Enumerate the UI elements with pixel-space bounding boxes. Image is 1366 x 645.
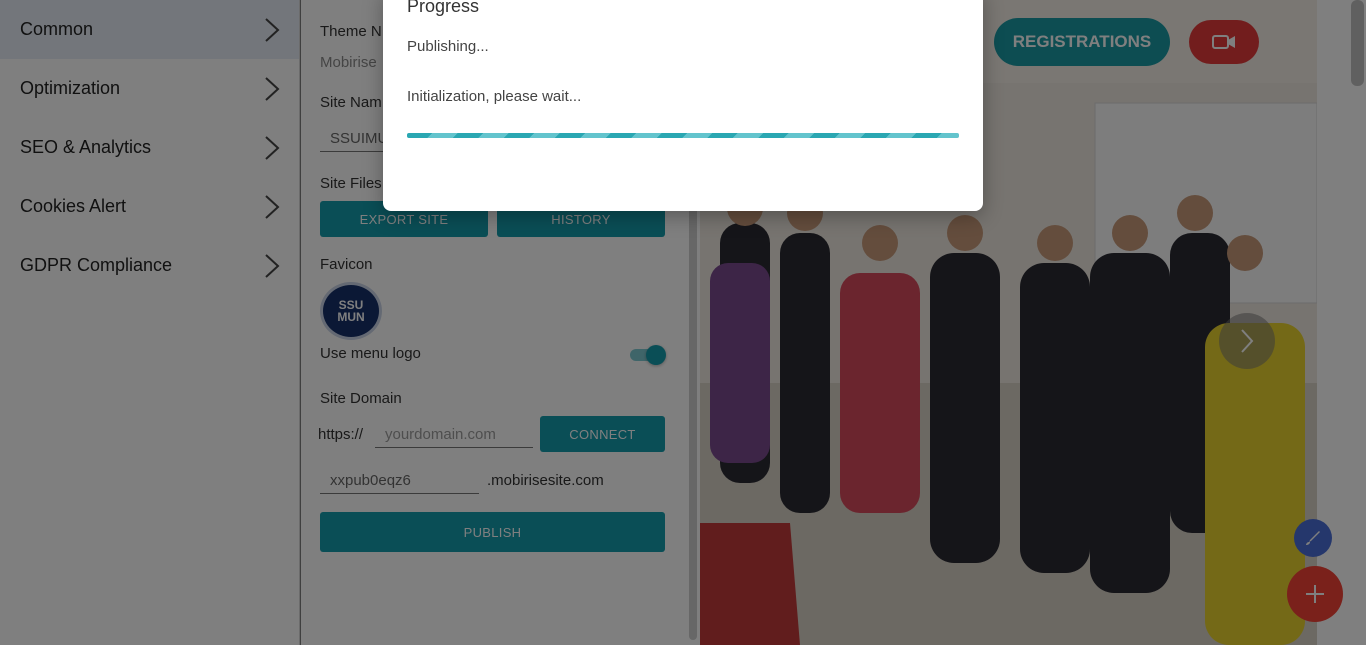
publishing-status-text: Publishing... <box>407 38 489 55</box>
progress-dialog: Progress Publishing... Initialization, p… <box>383 0 983 211</box>
initialization-text: Initialization, please wait... <box>407 88 582 105</box>
progress-bar-fill <box>407 133 959 138</box>
progress-bar <box>407 133 959 138</box>
dialog-title: Progress <box>407 0 480 16</box>
